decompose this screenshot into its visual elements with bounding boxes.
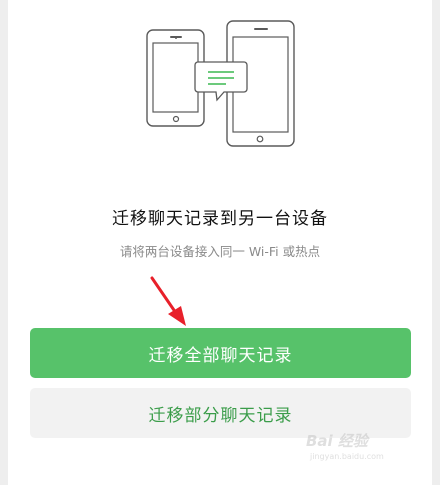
page-title: 迁移聊天记录到另一台设备 (112, 209, 328, 229)
watermark-url: jingyan.baidu.com (310, 452, 384, 461)
migrate-all-chats-button[interactable]: 迁移全部聊天记录 (30, 328, 411, 378)
red-pointer-arrow-icon (150, 276, 186, 326)
baidu-jingyan-watermark: Bai 经验 jingyan.baidu.com (306, 430, 416, 470)
chat-bubble-icon (194, 61, 248, 102)
two-phones-transfer-illustration (146, 20, 295, 147)
watermark-logo: Bai 经验 (306, 432, 368, 450)
page-subtitle: 请将两台设备接入同一 Wi-Fi 或热点 (119, 244, 321, 259)
